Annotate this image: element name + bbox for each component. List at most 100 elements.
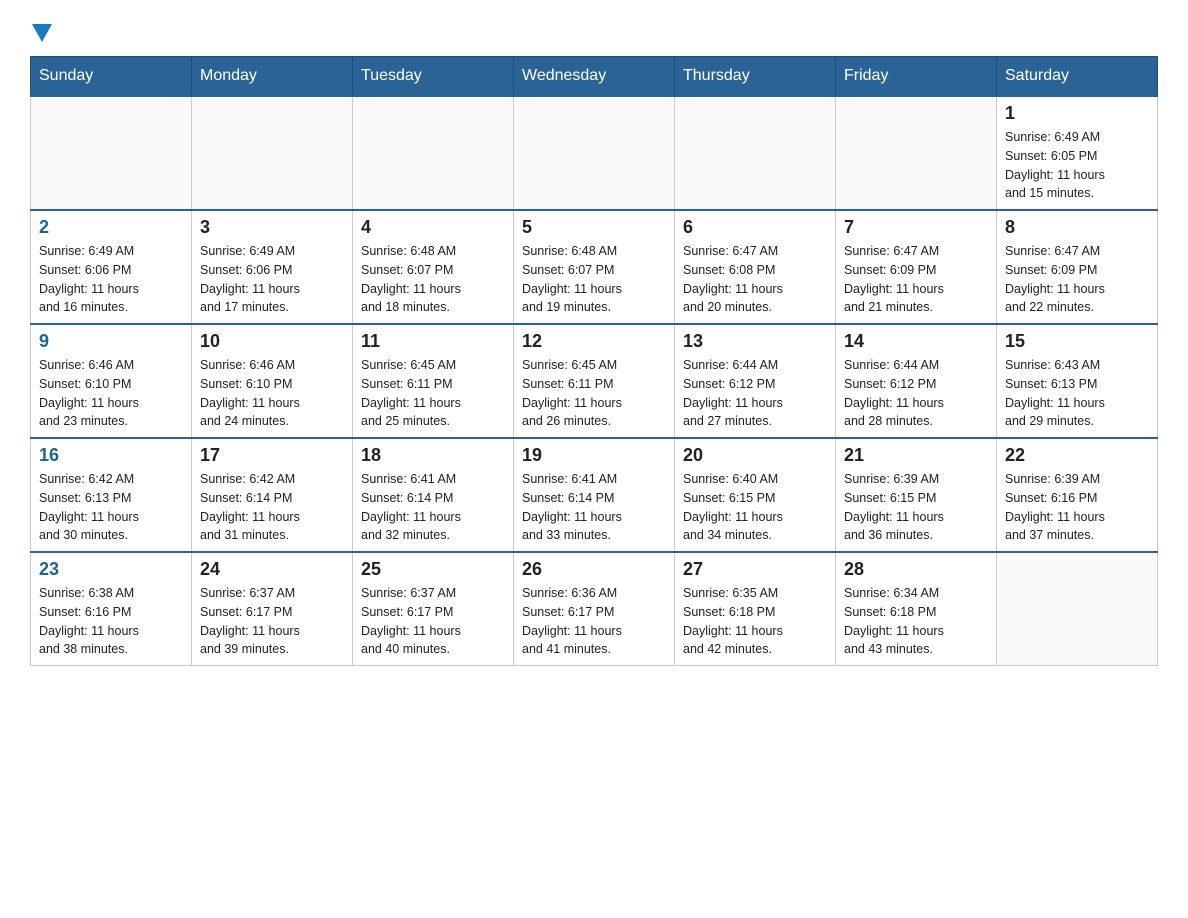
calendar-cell: 16 Sunrise: 6:42 AM Sunset: 6:13 PM Dayli… [31,438,192,552]
day-info: Sunrise: 6:39 AM Sunset: 6:15 PM Dayligh… [844,470,988,545]
column-header-friday: Friday [836,57,997,97]
day-number: 12 [522,331,666,352]
day-info: Sunrise: 6:46 AM Sunset: 6:10 PM Dayligh… [200,356,344,431]
calendar-week-row: 23 Sunrise: 6:38 AM Sunset: 6:16 PM Dayli… [31,552,1158,666]
calendar-cell: 22Sunrise: 6:39 AM Sunset: 6:16 PM Dayli… [997,438,1158,552]
calendar-cell [192,96,353,210]
day-info: Sunrise: 6:44 AM Sunset: 6:12 PM Dayligh… [683,356,827,431]
day-number: 18 [361,445,505,466]
day-info: Sunrise: 6:38 AM Sunset: 6:16 PM Dayligh… [39,584,183,659]
day-info: Sunrise: 6:41 AM Sunset: 6:14 PM Dayligh… [361,470,505,545]
calendar-cell: 27 Sunrise: 6:35 AM Sunset: 6:18 PM Dayli… [675,552,836,666]
day-number: 9 [39,331,183,352]
day-info: Sunrise: 6:48 AM Sunset: 6:07 PM Dayligh… [361,242,505,317]
day-number: 15 [1005,331,1149,352]
day-number: 20 [683,445,827,466]
calendar-table: SundayMondayTuesdayWednesdayThursdayFrid… [30,56,1158,666]
column-header-monday: Monday [192,57,353,97]
day-number: 19 [522,445,666,466]
page-header [30,20,1158,40]
day-number: 24 [200,559,344,580]
calendar-cell: 26Sunrise: 6:36 AM Sunset: 6:17 PM Dayli… [514,552,675,666]
calendar-cell [675,96,836,210]
calendar-cell: 12 Sunrise: 6:45 AM Sunset: 6:11 PM Dayli… [514,324,675,438]
calendar-cell: 10 Sunrise: 6:46 AM Sunset: 6:10 PM Dayli… [192,324,353,438]
day-info: Sunrise: 6:40 AM Sunset: 6:15 PM Dayligh… [683,470,827,545]
calendar-cell: 24 Sunrise: 6:37 AM Sunset: 6:17 PM Dayli… [192,552,353,666]
day-number: 21 [844,445,988,466]
logo-triangle-icon [32,24,52,42]
calendar-cell: 17 Sunrise: 6:42 AM Sunset: 6:14 PM Dayli… [192,438,353,552]
calendar-cell: 3 Sunrise: 6:49 AM Sunset: 6:06 PM Daylig… [192,210,353,324]
calendar-cell [31,96,192,210]
calendar-cell: 11 Sunrise: 6:45 AM Sunset: 6:11 PM Dayli… [353,324,514,438]
calendar-week-row: 9 Sunrise: 6:46 AM Sunset: 6:10 PM Daylig… [31,324,1158,438]
day-number: 27 [683,559,827,580]
calendar-cell: 15 Sunrise: 6:43 AM Sunset: 6:13 PM Dayli… [997,324,1158,438]
calendar-cell: 9 Sunrise: 6:46 AM Sunset: 6:10 PM Daylig… [31,324,192,438]
day-info: Sunrise: 6:49 AM Sunset: 6:05 PM Dayligh… [1005,128,1149,203]
column-header-sunday: Sunday [31,57,192,97]
calendar-cell: 5 Sunrise: 6:48 AM Sunset: 6:07 PM Daylig… [514,210,675,324]
day-info: Sunrise: 6:46 AM Sunset: 6:10 PM Dayligh… [39,356,183,431]
day-info: Sunrise: 6:45 AM Sunset: 6:11 PM Dayligh… [361,356,505,431]
column-header-wednesday: Wednesday [514,57,675,97]
calendar-cell [997,552,1158,666]
day-number: 28 [844,559,988,580]
day-number: 10 [200,331,344,352]
day-info: Sunrise: 6:48 AM Sunset: 6:07 PM Dayligh… [522,242,666,317]
day-info: Sunrise: 6:41 AM Sunset: 6:14 PM Dayligh… [522,470,666,545]
calendar-cell: 19 Sunrise: 6:41 AM Sunset: 6:14 PM Dayli… [514,438,675,552]
day-number: 26 [522,559,666,580]
calendar-cell [514,96,675,210]
day-info: Sunrise: 6:43 AM Sunset: 6:13 PM Dayligh… [1005,356,1149,431]
day-info: Sunrise: 6:42 AM Sunset: 6:13 PM Dayligh… [39,470,183,545]
day-info: Sunrise: 6:47 AM Sunset: 6:09 PM Dayligh… [1005,242,1149,317]
calendar-cell: 21 Sunrise: 6:39 AM Sunset: 6:15 PM Dayli… [836,438,997,552]
calendar-week-row: 1 Sunrise: 6:49 AM Sunset: 6:05 PM Daylig… [31,96,1158,210]
day-number: 4 [361,217,505,238]
day-number: 16 [39,445,183,466]
day-number: 2 [39,217,183,238]
day-info: Sunrise: 6:37 AM Sunset: 6:17 PM Dayligh… [200,584,344,659]
day-info: Sunrise: 6:49 AM Sunset: 6:06 PM Dayligh… [39,242,183,317]
day-info: Sunrise: 6:47 AM Sunset: 6:08 PM Dayligh… [683,242,827,317]
day-info: Sunrise: 6:44 AM Sunset: 6:12 PM Dayligh… [844,356,988,431]
day-number: 13 [683,331,827,352]
logo [30,20,52,40]
day-number: 14 [844,331,988,352]
day-number: 3 [200,217,344,238]
day-info: Sunrise: 6:47 AM Sunset: 6:09 PM Dayligh… [844,242,988,317]
calendar-cell: 28 Sunrise: 6:34 AM Sunset: 6:18 PM Dayli… [836,552,997,666]
day-info: Sunrise: 6:39 AM Sunset: 6:16 PM Dayligh… [1005,470,1149,545]
day-number: 8 [1005,217,1149,238]
calendar-cell [836,96,997,210]
day-number: 1 [1005,103,1149,124]
column-header-tuesday: Tuesday [353,57,514,97]
calendar-cell: 4 Sunrise: 6:48 AM Sunset: 6:07 PM Daylig… [353,210,514,324]
day-number: 7 [844,217,988,238]
day-info: Sunrise: 6:35 AM Sunset: 6:18 PM Dayligh… [683,584,827,659]
day-info: Sunrise: 6:45 AM Sunset: 6:11 PM Dayligh… [522,356,666,431]
day-info: Sunrise: 6:42 AM Sunset: 6:14 PM Dayligh… [200,470,344,545]
calendar-cell: 23 Sunrise: 6:38 AM Sunset: 6:16 PM Dayli… [31,552,192,666]
day-number: 11 [361,331,505,352]
day-info: Sunrise: 6:34 AM Sunset: 6:18 PM Dayligh… [844,584,988,659]
calendar-cell: 2 Sunrise: 6:49 AM Sunset: 6:06 PM Daylig… [31,210,192,324]
calendar-week-row: 2 Sunrise: 6:49 AM Sunset: 6:06 PM Daylig… [31,210,1158,324]
calendar-cell: 1 Sunrise: 6:49 AM Sunset: 6:05 PM Daylig… [997,96,1158,210]
calendar-cell: 20 Sunrise: 6:40 AM Sunset: 6:15 PM Dayli… [675,438,836,552]
column-header-thursday: Thursday [675,57,836,97]
day-info: Sunrise: 6:49 AM Sunset: 6:06 PM Dayligh… [200,242,344,317]
day-number: 5 [522,217,666,238]
calendar-cell: 13 Sunrise: 6:44 AM Sunset: 6:12 PM Dayli… [675,324,836,438]
day-info: Sunrise: 6:37 AM Sunset: 6:17 PM Dayligh… [361,584,505,659]
day-number: 23 [39,559,183,580]
calendar-cell: 7 Sunrise: 6:47 AM Sunset: 6:09 PM Daylig… [836,210,997,324]
calendar-cell: 14 Sunrise: 6:44 AM Sunset: 6:12 PM Dayli… [836,324,997,438]
day-number: 17 [200,445,344,466]
day-number: 25 [361,559,505,580]
calendar-cell: 6Sunrise: 6:47 AM Sunset: 6:08 PM Daylig… [675,210,836,324]
calendar-cell: 8 Sunrise: 6:47 AM Sunset: 6:09 PM Daylig… [997,210,1158,324]
calendar-week-row: 16 Sunrise: 6:42 AM Sunset: 6:13 PM Dayli… [31,438,1158,552]
